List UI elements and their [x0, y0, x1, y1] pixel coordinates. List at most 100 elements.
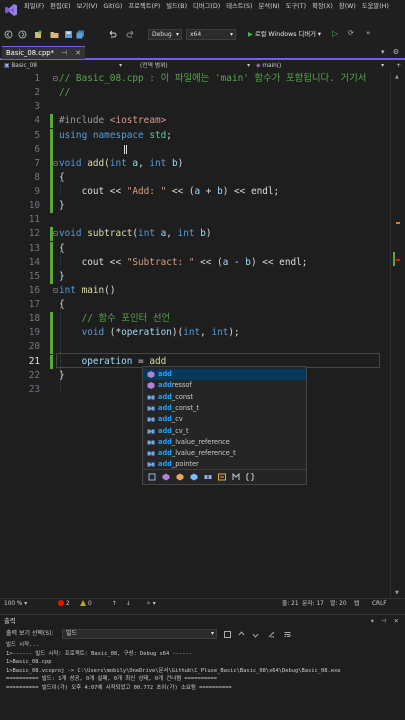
menu-item[interactable]: 프로젝트(P): [128, 2, 160, 12]
close-icon[interactable]: ✕: [394, 617, 399, 625]
start-without-debugging-icon[interactable]: ▷: [332, 29, 338, 38]
member-dropdown[interactable]: ◈ main() ▾: [256, 61, 384, 71]
code-line[interactable]: 9 cout << "Add: " << (a + b) << endl;: [0, 185, 390, 200]
code-line[interactable]: 1 ⊟// Basic_08.cpp : 이 파일에는 'main' 함수가 포함…: [0, 72, 390, 86]
hot-reload-icon[interactable]: ⟳: [348, 29, 354, 37]
code-cleanup-icon[interactable]: ✧ ▾: [146, 599, 156, 610]
tab-list-dropdown-icon[interactable]: ▾: [381, 48, 385, 56]
completion-item[interactable]: add_const: [143, 392, 306, 403]
code-line[interactable]: 2 //: [0, 86, 390, 100]
output-text[interactable]: 빌드 시작... 1>------ 빌드 시작: 프로젝트: Basic_08, …: [6, 641, 401, 692]
menu-item[interactable]: 디버그(D): [193, 2, 220, 12]
collapse-icon[interactable]: ⊟: [53, 227, 58, 241]
redo-icon[interactable]: [126, 30, 135, 39]
filter-class-icon[interactable]: [190, 473, 198, 481]
split-icon[interactable]: +: [396, 61, 401, 71]
scroll-up-icon[interactable]: ▲: [395, 74, 399, 80]
code-line[interactable]: 12 ⊟ void subtract(int a, int b): [0, 227, 390, 242]
previous-message-icon[interactable]: [238, 631, 245, 638]
next-issue-icon[interactable]: ↓: [126, 599, 131, 610]
completion-item[interactable]: add_const_t: [143, 403, 306, 414]
configuration-select[interactable]: Debug ▾: [148, 29, 182, 40]
code-line[interactable]: 10}: [0, 199, 390, 214]
back-icon[interactable]: [4, 30, 13, 39]
tab-basic-08-cpp[interactable]: Basic_08.cpp* ⊣ ✕: [2, 46, 85, 59]
completion-item[interactable]: add_cv_t: [143, 426, 306, 437]
save-icon[interactable]: [64, 30, 73, 39]
zoom-select[interactable]: 100 % ▾: [4, 599, 27, 610]
code-line[interactable]: 6: [0, 142, 390, 157]
completion-item[interactable]: addressof: [143, 380, 306, 391]
close-icon[interactable]: ✕: [75, 49, 81, 57]
previous-issue-icon[interactable]: ↑: [112, 599, 117, 610]
filter-type-icon[interactable]: [176, 473, 184, 481]
code-line[interactable]: 15}: [0, 269, 390, 284]
menu-item[interactable]: 분석(N): [259, 2, 280, 12]
code-line[interactable]: 4 #include <iostream>: [0, 114, 390, 129]
find-message-icon[interactable]: [224, 631, 231, 638]
code-line[interactable]: 3: [0, 100, 390, 114]
filter-variable-icon[interactable]: [148, 473, 156, 481]
pin-icon[interactable]: ⊣: [381, 617, 387, 625]
code-line[interactable]: 20: [0, 340, 390, 355]
code-editor[interactable]: 1 ⊟// Basic_08.cpp : 이 파일에는 'main' 함수가 포함…: [0, 72, 390, 598]
menu-item[interactable]: 도움말(H): [362, 2, 389, 12]
editor-vertical-scrollbar[interactable]: ▲ ▼: [390, 72, 405, 598]
completion-item[interactable]: add_lvalue_reference: [143, 437, 306, 448]
output-source-select[interactable]: 빌드 ▾: [62, 629, 217, 639]
char-indicator[interactable]: 문자: 17: [302, 599, 324, 610]
next-message-icon[interactable]: [252, 631, 259, 638]
code-line[interactable]: 7 ⊟ void add(int a, int b): [0, 156, 390, 171]
project-dropdown[interactable]: ▣ Basic_08 ▾: [4, 61, 122, 71]
code-line[interactable]: 13 {: [0, 241, 390, 256]
code-line[interactable]: 19 void (*operation)(int, int);: [0, 326, 390, 341]
overflow-icon[interactable]: »: [366, 29, 370, 37]
undo-icon[interactable]: [108, 30, 117, 39]
word-wrap-icon[interactable]: [284, 631, 291, 638]
menu-item[interactable]: 보기(V): [77, 2, 98, 12]
start-debugging-button[interactable]: ▶ 로컬 Windows 디버거 ▾: [248, 29, 321, 40]
menu-item[interactable]: 파일(F): [24, 2, 44, 12]
completion-item[interactable]: add_cv: [143, 414, 306, 425]
menu-item[interactable]: 도구(T): [286, 2, 306, 12]
forward-icon[interactable]: [18, 30, 27, 39]
scroll-down-icon[interactable]: ▼: [395, 590, 399, 596]
filter-enum-icon[interactable]: [218, 473, 226, 481]
save-all-icon[interactable]: [76, 30, 85, 39]
menu-item[interactable]: 빌드(B): [166, 2, 187, 12]
settings-icon[interactable]: ⚙: [393, 48, 399, 56]
filter-namespace-icon[interactable]: [246, 473, 254, 481]
filter-struct-icon[interactable]: [204, 473, 212, 481]
error-count[interactable]: 2: [58, 599, 70, 610]
menu-item[interactable]: Git(G): [103, 2, 122, 12]
code-line[interactable]: 14 cout << "Subtract: " << (a - b) << en…: [0, 255, 390, 270]
platform-select[interactable]: x64 ▾: [186, 29, 236, 40]
completion-item[interactable]: add: [143, 369, 306, 381]
new-item-icon[interactable]: [34, 30, 43, 39]
collapse-icon[interactable]: ⊟: [53, 284, 58, 298]
scope-dropdown[interactable]: (전역 범위) ▾: [128, 61, 250, 71]
code-line[interactable]: 18 // 함수 포인터 선언: [0, 312, 390, 327]
collapse-icon[interactable]: ⊟: [53, 157, 58, 171]
column-indicator[interactable]: 열: 20: [330, 599, 347, 610]
warning-count[interactable]: 0: [80, 599, 92, 610]
code-line[interactable]: 17 {: [0, 298, 390, 312]
line-indicator[interactable]: 줄: 21: [282, 599, 299, 610]
intellisense-completion-list[interactable]: add_pointer add_lvalue_reference_t add_lva…: [142, 366, 307, 485]
filter-macro-icon[interactable]: [232, 473, 240, 481]
open-folder-icon[interactable]: [50, 30, 59, 39]
collapse-icon[interactable]: ⊟: [53, 72, 58, 86]
pin-icon[interactable]: ⊣: [61, 49, 67, 57]
menu-item[interactable]: 창(W): [339, 2, 356, 12]
menu-item[interactable]: 확장(X): [312, 2, 333, 12]
tabs-indicator[interactable]: 탭: [354, 599, 359, 610]
menu-item[interactable]: 테스트(S): [226, 2, 252, 12]
clear-all-icon[interactable]: [268, 631, 275, 638]
completion-item[interactable]: add_lvalue_reference_t: [143, 448, 306, 459]
panel-dropdown-icon[interactable]: ▾: [371, 617, 374, 625]
filter-function-icon[interactable]: [162, 473, 170, 481]
code-line[interactable]: 11: [0, 213, 390, 227]
code-line[interactable]: 8{: [0, 170, 390, 185]
code-line[interactable]: 16 ⊟ int main(): [0, 284, 390, 298]
line-ending-indicator[interactable]: CRLF: [372, 599, 387, 610]
